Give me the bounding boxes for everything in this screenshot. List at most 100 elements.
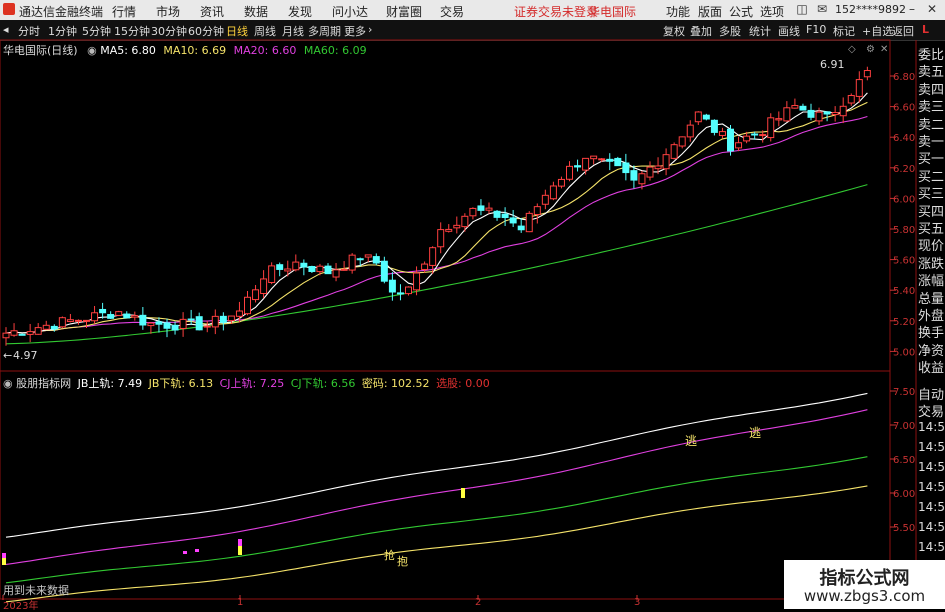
price-tick-label: 5.40 [893,286,915,297]
side-tab[interactable]: 换手 [918,322,944,341]
candle-body [598,158,606,161]
trade-time: 14:56 [918,440,945,454]
candle-body [590,155,598,160]
side-tab[interactable]: 卖一 [918,131,944,150]
candle-body [252,289,260,301]
side-tab[interactable]: 净资 [918,340,944,359]
candle-body [276,264,284,270]
side-tab[interactable]: 总量 [918,288,944,307]
candle-body [807,109,815,118]
candle-body [710,119,718,133]
side-tab[interactable]: 卖三 [918,96,944,115]
candle-body [26,331,34,335]
candle-body [493,210,501,218]
side-tab[interactable]: 现价 [918,235,944,254]
x-label-feb: 2 [475,597,482,608]
candle-body [718,131,726,136]
candle-body [437,229,445,248]
candle-body [654,165,662,170]
settings-icon[interactable]: ⚙ [866,44,875,55]
signal-tao-1: 逃 [685,434,698,448]
side-tab[interactable]: 卖五 [918,61,944,80]
candle-body [211,315,219,328]
candle-body [501,213,509,219]
candle-body [244,296,251,315]
candle-body [421,263,429,270]
candle-body [227,315,235,322]
candle-body [469,207,477,217]
side-tab[interactable]: 卖四 [918,79,944,98]
side-tab[interactable]: 卖二 [918,114,944,133]
candle-body [525,212,533,233]
candle-body [171,324,179,331]
side-tab[interactable]: 买四 [918,201,944,220]
candle-body [767,117,775,139]
price-tick-label: 5.60 [893,256,915,267]
candle-body [388,279,396,293]
candle-body [549,185,557,200]
candle-body [863,70,871,78]
candle-body [678,136,686,147]
trade-time: 14:56 [918,540,945,554]
candle-body [195,316,203,331]
candle-body [235,310,243,317]
trade-time: 14:56 [918,420,945,434]
side-tab[interactable]: 涨跌 [918,253,944,272]
side-tab[interactable]: 外盘 [918,305,944,324]
side-tab[interactable]: 买二 [918,166,944,185]
candle-body [461,215,469,228]
candle-body [429,247,437,266]
candle-body [517,225,525,231]
candle-body [187,318,195,321]
ma-toggle-icon[interactable]: ◉ [87,44,97,57]
candle-body [855,79,863,97]
candle-body [364,254,372,258]
chart-title: 华电国际(日线) [3,44,78,57]
candle-body [622,162,630,174]
high-price-annotation: 6.91 [820,58,845,71]
ma60-label: MA60: 6.09 [303,44,367,57]
candle-body [646,166,654,178]
x-label-jan: 1 [237,597,244,608]
cj-upper-line [5,409,868,565]
xuangu-label: 选股: 0.00 [436,377,490,390]
trade-time: 14:56 [918,500,945,514]
candle-body [831,112,839,116]
candle-body [139,314,147,326]
price-tick-label: 6.00 [893,194,915,205]
x-label-mar: 3 [634,597,641,608]
side-tab[interactable]: 买三 [918,183,944,202]
candle-body [445,228,453,232]
candle-body [179,318,187,329]
candle-body [630,170,638,181]
candle-body [686,124,694,138]
side-tab[interactable]: 买一 [918,148,944,167]
candle-body [670,144,678,159]
kline-chart-area[interactable]: 6.80 6.60 6.40 6.20 6.00 5.80 5.60 5.40 5.20 5.00… [0,0,945,609]
side-tab[interactable]: 买五 [918,218,944,237]
candle-body [163,322,171,329]
candle-body [405,286,412,295]
main-panel-border [0,39,891,372]
sub-tick-label: 7.00 [893,421,915,432]
candle-body [574,165,582,168]
expand-icon[interactable]: ◇ [848,44,856,55]
price-tick-label: 6.40 [893,133,915,144]
side-tab[interactable]: 委比 [918,44,944,63]
candle-body [356,258,364,261]
panel-close-icon[interactable]: ✕ [880,44,888,55]
candle-body [823,111,831,115]
ma5-line [5,92,868,334]
side-tab[interactable]: 收益 [918,357,944,376]
candle-body [34,327,42,335]
candle-body [799,105,807,111]
candle-body [219,315,227,323]
candle-body [702,114,710,120]
candle-body [300,262,308,268]
side-tab[interactable]: 涨幅 [918,270,944,289]
sub-toggle-icon[interactable]: ◉ [3,377,13,390]
signal-bao: 抱 [397,555,408,568]
candle-body [18,333,26,336]
candle-body [99,308,107,314]
trade-label[interactable]: 交易 [918,401,944,420]
